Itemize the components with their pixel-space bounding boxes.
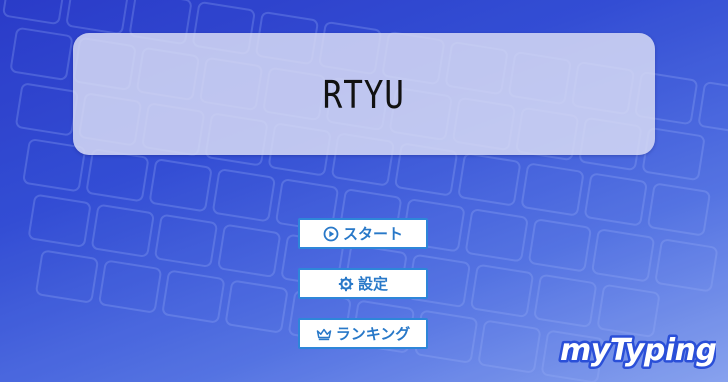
ranking-button[interactable]: ランキング — [298, 318, 428, 349]
mytyping-logo: myTyping — [558, 331, 717, 371]
crown-icon — [316, 325, 333, 342]
gear-icon — [338, 275, 355, 292]
settings-button-label: 設定 — [357, 275, 388, 293]
settings-button[interactable]: 設定 — [298, 268, 428, 299]
ranking-button-label: ランキング — [335, 325, 411, 343]
typing-title: RTYU — [322, 73, 406, 117]
title-card: RTYU — [73, 33, 655, 155]
mytyping-logo-text: myTyping — [560, 333, 716, 368]
play-circle-icon — [323, 225, 340, 242]
start-button-label: スタート — [342, 225, 403, 243]
start-button[interactable]: スタート — [298, 218, 428, 249]
